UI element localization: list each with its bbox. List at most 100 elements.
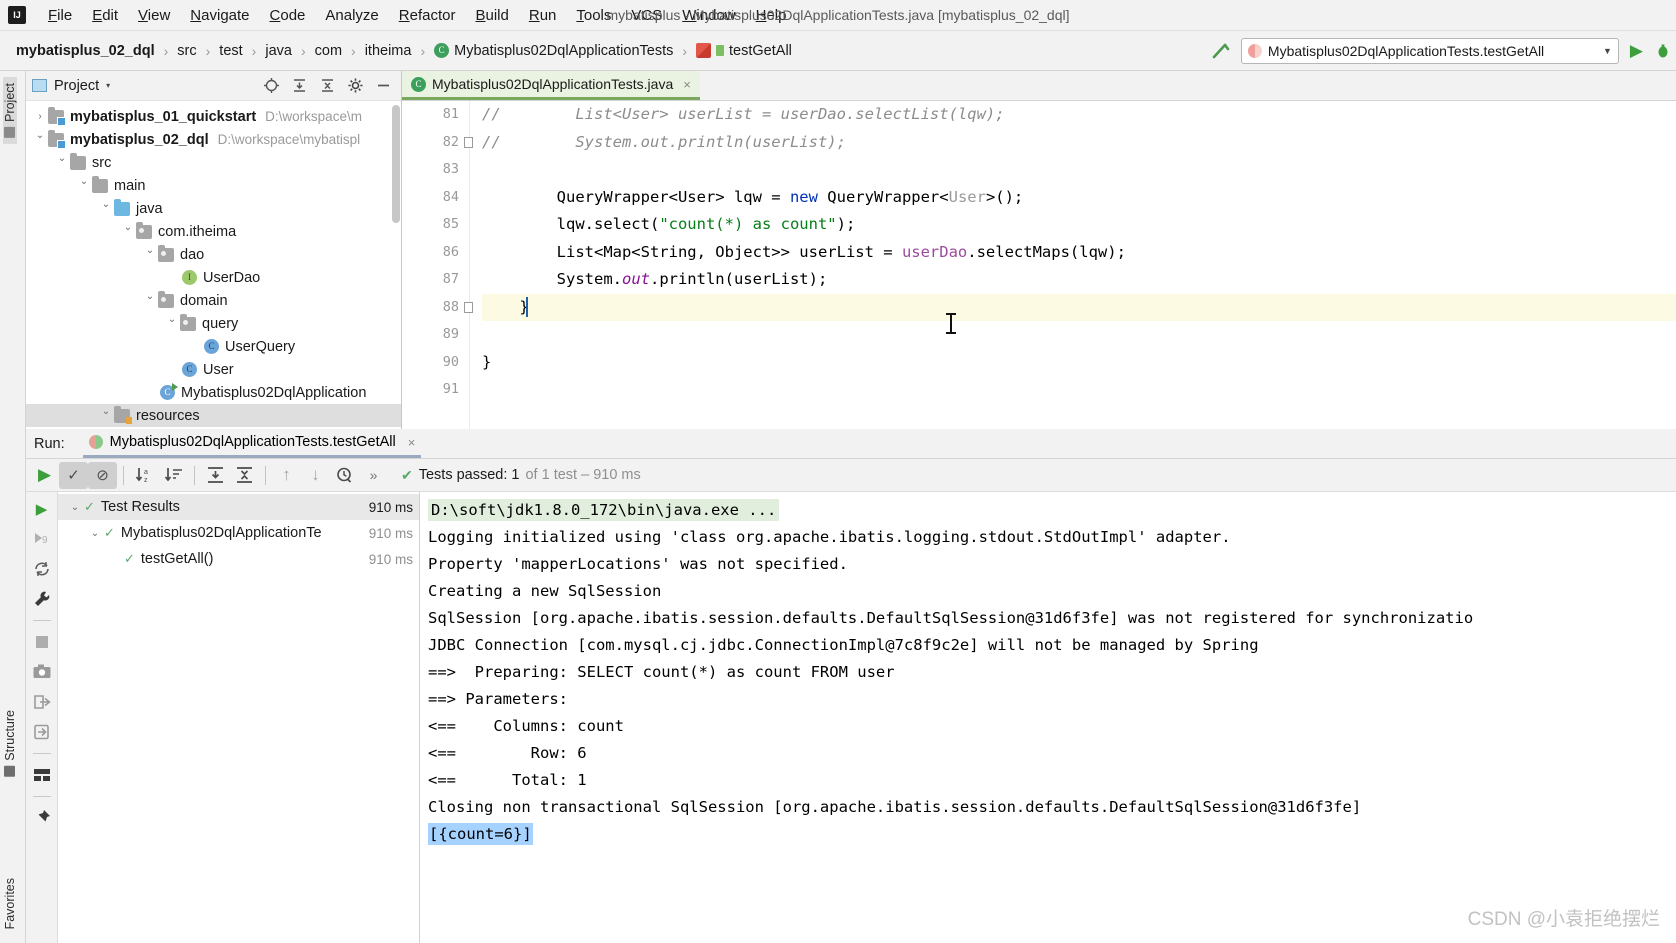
hide-panel-icon[interactable] — [375, 77, 392, 94]
import-icon[interactable] — [31, 721, 53, 743]
breadcrumb-item-method[interactable]: testGetAll — [694, 41, 794, 61]
sort-alphabetically-button[interactable]: az — [130, 462, 159, 489]
chevron-down-icon[interactable] — [54, 157, 70, 168]
breadcrumb-item-java[interactable]: java — [263, 41, 294, 61]
chevron-down-icon[interactable] — [98, 410, 114, 421]
menu-analyze[interactable]: Analyze — [315, 4, 388, 27]
tree-item-mybatisplus_02_dql[interactable]: mybatisplus_02_dql D:\workspace\mybatisp… — [26, 128, 401, 151]
tree-item-com-itheima[interactable]: com.itheima — [26, 220, 401, 243]
menu-file[interactable]: File — [38, 4, 82, 27]
menu-navigate[interactable]: Navigate — [180, 4, 259, 27]
chevron-down-icon[interactable] — [142, 295, 158, 306]
run-configuration-selector[interactable]: Mybatisplus02DqlApplicationTests.testGet… — [1240, 37, 1619, 64]
chevron-right-icon[interactable] — [32, 111, 48, 122]
menu-view[interactable]: View — [128, 4, 180, 27]
locate-icon[interactable] — [263, 77, 280, 94]
test-tree-row-class[interactable]: ⌄ ✓ Mybatisplus02DqlApplicationTe 910 ms — [58, 520, 419, 546]
collapse-all-icon[interactable] — [319, 77, 336, 94]
debug-button[interactable] — [1654, 42, 1672, 60]
expand-all-icon[interactable] — [291, 77, 308, 94]
settings-gear-icon[interactable] — [347, 77, 364, 94]
fold-marker-icon[interactable] — [464, 137, 473, 148]
breadcrumb-item-com[interactable]: com — [313, 41, 344, 61]
console-output[interactable]: D:\soft\jdk1.8.0_172\bin\java.exe ... Lo… — [420, 492, 1676, 943]
tree-item-domain[interactable]: domain — [26, 289, 401, 312]
tree-item-Mybatisplus02DqlApplication[interactable]: C Mybatisplus02DqlApplication — [26, 381, 401, 404]
tree-item-path: D:\workspace\mybatispl — [217, 132, 361, 147]
tree-item-UserQuery[interactable]: C UserQuery — [26, 335, 401, 358]
breadcrumb-item-class[interactable]: C Mybatisplus02DqlApplicationTests — [432, 41, 675, 61]
tree-item-src[interactable]: src — [26, 151, 401, 174]
show-passed-toggle[interactable]: ✓ — [59, 461, 88, 489]
tree-item-mybatisplus_01_quickstart[interactable]: mybatisplus_01_quickstart D:\workspace\m — [26, 105, 401, 128]
tree-item-main[interactable]: main — [26, 174, 401, 197]
more-options-button[interactable]: » — [359, 462, 388, 489]
line-number: 86 — [442, 243, 459, 260]
line-number: 83 — [442, 161, 459, 177]
sidebar-tab-project[interactable]: Project — [3, 77, 17, 144]
chevron-down-icon[interactable] — [98, 203, 114, 214]
chevron-down-icon[interactable]: ▼ — [1603, 46, 1612, 56]
code-editor[interactable]: 81 82 83 84 85 86 87 88 89 90 91 // List… — [402, 101, 1676, 429]
settings-wrench-icon[interactable] — [31, 588, 53, 610]
menu-refactor[interactable]: Refactor — [389, 4, 466, 27]
sidebar-tab-structure[interactable]: Structure — [3, 704, 17, 783]
menu-run[interactable]: Run — [519, 4, 567, 27]
close-icon[interactable]: × — [408, 435, 416, 450]
screenshot-icon[interactable] — [31, 661, 53, 683]
menu-edit[interactable]: Edit — [82, 4, 128, 27]
chevron-down-icon[interactable] — [142, 249, 158, 260]
tree-item-UserDao[interactable]: I UserDao — [26, 266, 401, 289]
chevron-down-icon[interactable]: ⌄ — [86, 528, 104, 539]
sort-by-duration-button[interactable] — [159, 462, 188, 489]
breadcrumb-item-module[interactable]: mybatisplus_02_dql — [14, 41, 157, 61]
chevron-down-icon[interactable] — [120, 226, 136, 237]
editor-gutter[interactable]: 81 82 83 84 85 86 87 88 89 90 91 — [402, 101, 470, 429]
run-icon[interactable]: ▶ — [31, 498, 53, 520]
pin-tab-icon[interactable] — [31, 807, 53, 829]
layout-icon[interactable] — [31, 764, 53, 786]
package-icon — [180, 313, 196, 331]
chevron-down-icon[interactable] — [164, 318, 180, 329]
rerun-failed-icon[interactable]: 9 — [31, 528, 53, 550]
stop-icon[interactable] — [31, 631, 53, 653]
chevron-down-icon[interactable] — [76, 180, 92, 191]
chevron-down-icon[interactable] — [32, 134, 48, 145]
show-ignored-toggle[interactable]: ⊘ — [88, 461, 117, 489]
chevron-down-icon[interactable]: ▾ — [106, 81, 110, 90]
collapse-all-button[interactable] — [230, 462, 259, 489]
breadcrumb-item-test[interactable]: test — [217, 41, 244, 61]
run-button[interactable]: ▶ — [1627, 41, 1646, 61]
menu-code[interactable]: Code — [260, 4, 316, 27]
tree-item-query[interactable]: query — [26, 312, 401, 335]
tree-item-java[interactable]: java — [26, 197, 401, 220]
expand-all-button[interactable] — [201, 462, 230, 489]
rerun-automatically-icon[interactable] — [31, 558, 53, 580]
test-history-button[interactable] — [330, 462, 359, 489]
line-number: 89 — [442, 326, 459, 342]
menu-build[interactable]: Build — [465, 4, 518, 27]
previous-failed-button[interactable]: ↑ — [272, 462, 301, 489]
rerun-button[interactable]: ▶ — [30, 462, 59, 489]
build-hammer-icon[interactable] — [1209, 39, 1233, 63]
test-tree-row-test-results[interactable]: ⌄ ✓ Test Results 910 ms — [58, 494, 419, 520]
code-line-82: // System.out.println(userList); — [482, 132, 846, 151]
breadcrumb-item-src[interactable]: src — [175, 41, 198, 61]
breadcrumb-separator: › — [205, 42, 211, 59]
run-panel-label: Run: — [34, 435, 65, 452]
tree-item-resources[interactable]: resources — [26, 404, 401, 427]
run-tab-testGetAll[interactable]: Mybatisplus02DqlApplicationTests.testGet… — [82, 430, 422, 458]
test-tree-row-method[interactable]: ✓ testGetAll() 910 ms — [58, 546, 419, 572]
close-icon[interactable]: × — [683, 77, 691, 92]
next-failed-button[interactable]: ↓ — [301, 462, 330, 489]
project-panel-scrollbar[interactable] — [392, 105, 400, 223]
export-icon[interactable] — [31, 691, 53, 713]
code-line-81: // List<User> userList = userDao.selectL… — [482, 105, 1005, 123]
sidebar-tab-favorites[interactable]: Favorites — [3, 872, 17, 935]
breadcrumb-item-itheima[interactable]: itheima — [363, 41, 414, 61]
fold-marker-icon[interactable] — [464, 302, 473, 313]
tree-item-dao[interactable]: dao — [26, 243, 401, 266]
editor-tab-Mybatisplus02DqlApplicationTests[interactable]: C Mybatisplus02DqlApplicationTests.java … — [402, 71, 700, 100]
chevron-down-icon[interactable]: ⌄ — [66, 502, 84, 513]
tree-item-User[interactable]: C User — [26, 358, 401, 381]
